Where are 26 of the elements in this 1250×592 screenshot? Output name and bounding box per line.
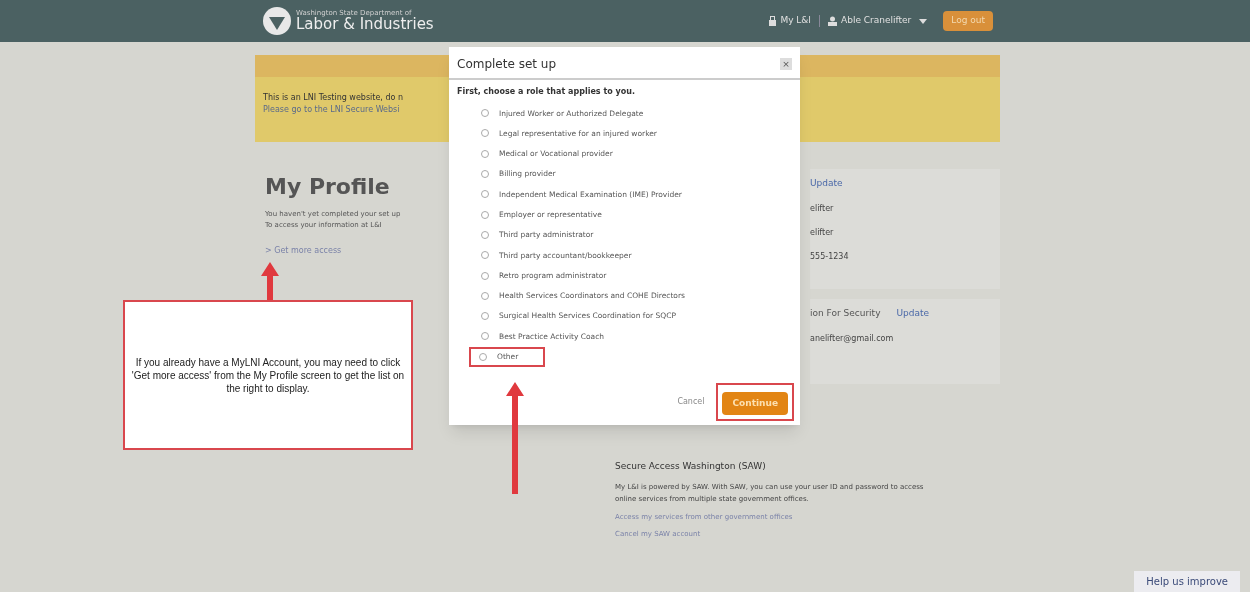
banner-text: This is an LNI Testing website, do n (263, 92, 403, 104)
arrow-icon (261, 262, 279, 300)
modal-prompt: First, choose a role that applies to you. (456, 86, 636, 98)
caret-icon (919, 18, 928, 24)
logo-icon (262, 6, 292, 36)
page-title: My Profile (265, 173, 391, 201)
user-icon (828, 16, 837, 26)
banner-link[interactable]: Please go to the LNI Secure Websi (263, 104, 400, 116)
lock-icon (769, 16, 777, 26)
card-text: elifter (810, 202, 835, 215)
my-lni-link[interactable]: My L&I (780, 14, 811, 28)
card-text: 555-1234 (810, 250, 850, 263)
modal-title: Complete set up (457, 56, 557, 73)
close-button[interactable]: × (780, 58, 792, 70)
callout-text: If you already have a MyLNI Account, you may need to click 'Get more access' from the My Profile screen to get the list on the right to display. (130, 355, 406, 395)
card-heading: ion For Security (810, 307, 881, 320)
update-link[interactable]: Update (896, 307, 930, 321)
arrow-icon (506, 382, 524, 494)
card-text: elifter (810, 226, 835, 239)
user-menu[interactable]: Able Cranelifter (841, 14, 912, 28)
section-title: Secure Access Washington (SAW) (615, 460, 767, 473)
update-link[interactable]: Update (810, 177, 843, 191)
card-text: anelifter@gmail.com (810, 332, 895, 345)
agency-name: Labor & Industries (296, 17, 434, 32)
help-button[interactable]: Help us improve (1134, 571, 1240, 592)
cancel-link[interactable]: Cancel (677, 395, 705, 408)
